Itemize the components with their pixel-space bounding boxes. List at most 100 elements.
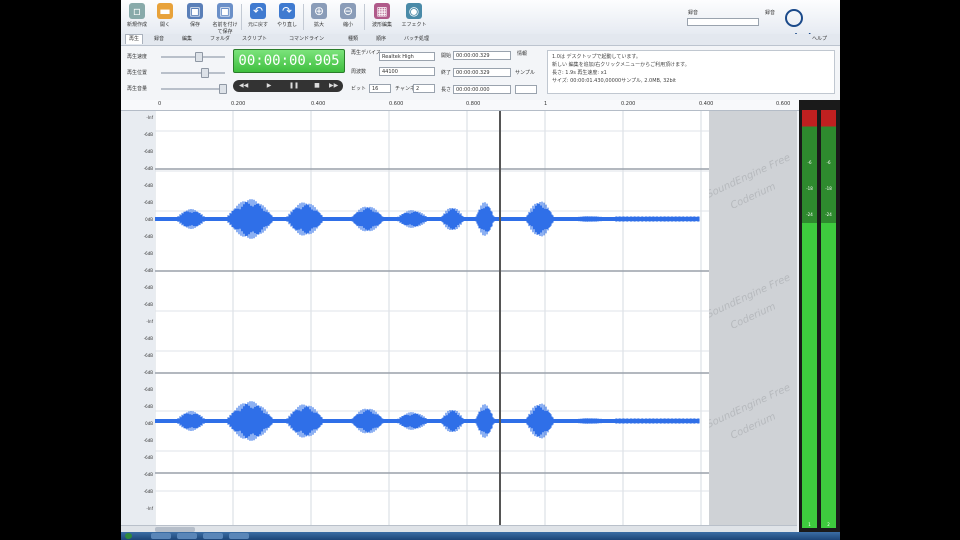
zoom-in-button[interactable]: ⊕ 拡大: [305, 3, 333, 32]
sample-label: サンプル: [515, 70, 535, 76]
taskbar-item[interactable]: [151, 533, 171, 539]
save-as-button[interactable]: ▣ 名前を付けて保存: [211, 3, 239, 35]
effect-icon: ◉: [406, 3, 422, 19]
position-label: 再生位置: [127, 70, 148, 76]
tab-play[interactable]: 再生: [125, 34, 144, 44]
effect-button[interactable]: ◉ エフェクト: [398, 3, 430, 32]
ruler-label: 0.200: [621, 101, 636, 107]
tab-edit[interactable]: 編集: [179, 35, 195, 44]
play-icon[interactable]: ▶: [265, 82, 273, 90]
amplitude-label: -6dB: [143, 285, 153, 290]
new-button[interactable]: ▫ 新規作成: [123, 3, 151, 32]
end-time-field[interactable]: 00:00:00.329: [453, 68, 511, 77]
taskbar-item[interactable]: [229, 533, 249, 539]
rate-label: 周波数: [351, 69, 367, 75]
save-icon: ▣: [187, 3, 203, 19]
zoom-in-icon: ⊕: [311, 3, 327, 19]
amplitude-label: -6dB: [143, 200, 153, 205]
stop-icon[interactable]: ■: [313, 82, 321, 90]
header-field2-label: 録音: [765, 10, 776, 16]
info-line: 新しい 編集を追加/右クリックメニューからご利用頂けます。: [552, 62, 690, 68]
forward-icon[interactable]: ▶▶: [329, 82, 338, 90]
meter-channel-1: [802, 110, 817, 528]
amplitude-label: -6dB: [143, 149, 153, 154]
meter-tick: -18: [825, 186, 832, 191]
volume-slider[interactable]: [161, 88, 225, 90]
amplitude-label: 0dB: [145, 421, 153, 426]
help-link[interactable]: ヘルプ: [809, 35, 830, 44]
save-as-icon: ▣: [217, 3, 233, 19]
tab-batch[interactable]: バッチ処理: [401, 35, 432, 44]
redo-icon: ↷: [279, 3, 295, 19]
info-line: 1.0は デスクトップで起動しています。: [552, 54, 641, 60]
redo-button[interactable]: ↷ やり直し: [273, 3, 301, 32]
ruler-label: 0.800: [466, 101, 481, 107]
amplitude-label: -6dB: [143, 472, 153, 477]
toolbar-separator: [303, 4, 304, 30]
control-panel: 再生速度 再生位置 再生音量 00:00:00.905 ◀◀ ▶ ❚❚ ■ ▶▶…: [121, 46, 840, 101]
speed-slider[interactable]: [161, 56, 225, 58]
ruler-label: 0.200: [231, 101, 246, 107]
meter-tick: -6: [807, 160, 812, 165]
taskbar-item[interactable]: [177, 533, 197, 539]
amplitude-label: -Inf: [146, 319, 153, 324]
format-label: 情報: [517, 51, 528, 57]
length-time-field[interactable]: 00:00:00.000: [453, 85, 511, 94]
meter-tick: -24: [806, 212, 813, 217]
ruler-label: 0: [158, 101, 162, 107]
speed-slider-handle[interactable]: [195, 52, 203, 62]
position-slider[interactable]: [161, 72, 225, 74]
coderium-logo: oderium: [785, 8, 837, 43]
info-line: サイズ: 00:00:01.430,00000サンプル, 2.0MB, 32bi…: [552, 78, 676, 84]
amplitude-label: -Inf: [146, 115, 153, 120]
tab-folder[interactable]: フォルダ: [207, 35, 233, 44]
ruler-label: 0.600: [389, 101, 404, 107]
amplitude-label: -Inf: [146, 506, 153, 511]
tab-commandline[interactable]: コマンドライン: [286, 35, 327, 44]
undo-icon: ↶: [250, 3, 266, 19]
rate-select[interactable]: 44100: [379, 67, 435, 76]
info-line: 長さ: 1.9s 再生速度: x1: [552, 70, 607, 76]
amplitude-label: -6dB: [143, 370, 153, 375]
pause-icon[interactable]: ❚❚: [289, 82, 299, 90]
logo-icon: [785, 8, 803, 27]
tab-type[interactable]: 種類: [345, 35, 361, 44]
amplitude-label: -6dB: [143, 166, 153, 171]
waveform-svg[interactable]: [155, 111, 709, 525]
amplitude-label: -6dB: [143, 489, 153, 494]
end-label: 終了: [441, 70, 452, 76]
folder-icon: ▬: [157, 3, 173, 19]
tab-script[interactable]: スクリプト: [239, 35, 270, 44]
amplitude-label: -6dB: [143, 438, 153, 443]
undo-button[interactable]: ↶ 元に戻す: [244, 3, 272, 32]
volume-label: 再生音量: [127, 86, 148, 92]
header-field1-label: 録音: [688, 10, 699, 16]
bits-select[interactable]: 16: [369, 84, 391, 93]
volume-slider-handle[interactable]: [219, 84, 227, 94]
header-field1[interactable]: [687, 18, 759, 26]
waveform-view[interactable]: [155, 111, 709, 525]
channel-select[interactable]: 2: [413, 84, 435, 93]
app-window: ▫ 新規作成 ▬ 開く ▣ 保存 ▣ 名前を付けて保存 ↶ 元に戻す ↷ やり直し ⊕ 拡大 …: [121, 0, 840, 540]
rewind-icon[interactable]: ◀◀: [239, 82, 248, 90]
wave-edit-button[interactable]: ▦ 波形編集: [366, 3, 398, 32]
taskbar-item[interactable]: [203, 533, 223, 539]
amplitude-label: -6dB: [143, 234, 153, 239]
wave-edit-icon: ▦: [374, 3, 390, 19]
zoom-out-button[interactable]: ⊖ 縮小: [334, 3, 362, 32]
save-button[interactable]: ▣ 保存: [181, 3, 209, 32]
start-icon[interactable]: [125, 533, 132, 539]
device-select[interactable]: Realtek High: [379, 52, 435, 61]
position-slider-handle[interactable]: [201, 68, 209, 78]
meter-tick: -6: [826, 160, 831, 165]
toolbar: ▫ 新規作成 ▬ 開く ▣ 保存 ▣ 名前を付けて保存 ↶ 元に戻す ↷ やり直し ⊕ 拡大 …: [121, 0, 840, 43]
time-ruler[interactable]: 0 0.200 0.400 0.600 0.800 1 0.200 0.400 …: [121, 100, 840, 111]
unit-select[interactable]: [515, 85, 537, 94]
open-button[interactable]: ▬ 開く: [151, 3, 179, 32]
tab-order[interactable]: 順序: [373, 35, 389, 44]
amplitude-label: -6dB: [143, 268, 153, 273]
amplitude-label: -6dB: [143, 132, 153, 137]
info-panel: 1.0は デスクトップで起動しています。 新しい 編集を追加/右クリックメニュー…: [547, 50, 835, 94]
tab-record[interactable]: 録音: [151, 35, 167, 44]
start-time-field[interactable]: 00:00:00.329: [453, 51, 511, 60]
